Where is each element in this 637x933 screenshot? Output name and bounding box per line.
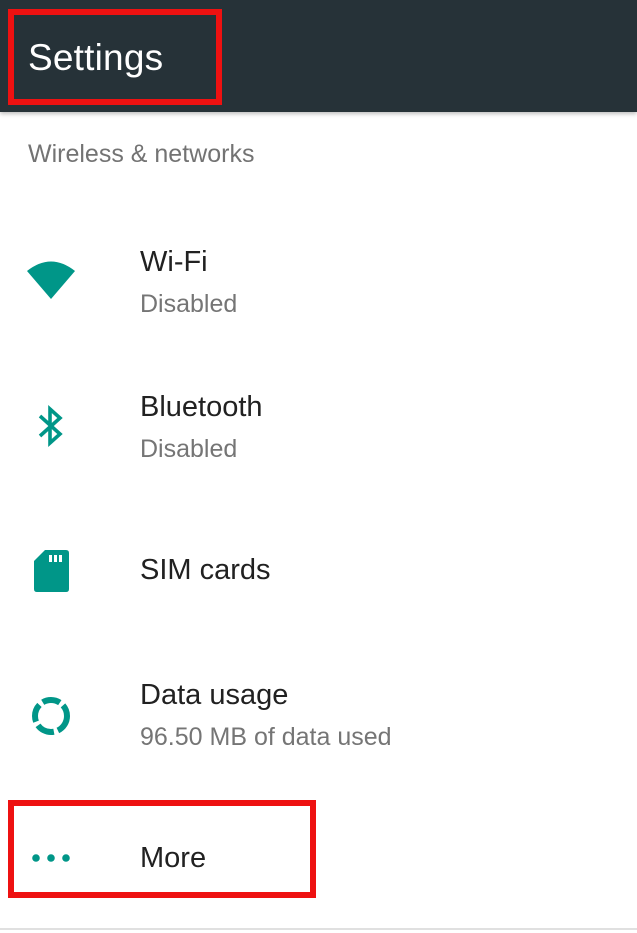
sim-card-icon <box>34 550 69 592</box>
data-usage-icon <box>32 697 70 735</box>
settings-item-data-usage[interactable]: Data usage 96.50 MB of data used <box>0 643 637 783</box>
wifi-icon <box>27 261 75 299</box>
more-dots-icon <box>32 854 70 862</box>
settings-item-summary: Disabled <box>140 435 238 463</box>
settings-item-sim-cards[interactable]: SIM cards <box>0 498 637 638</box>
app-bar: Settings <box>0 0 637 112</box>
settings-item-bluetooth[interactable]: Bluetooth Disabled <box>0 353 637 493</box>
settings-item-summary: 96.50 MB of data used <box>140 723 392 751</box>
divider <box>0 928 637 930</box>
settings-item-title: Bluetooth <box>140 391 263 423</box>
settings-item-more[interactable]: More <box>0 788 637 918</box>
settings-item-wifi[interactable]: Wi-Fi Disabled <box>0 208 637 348</box>
section-header-wireless: Wireless & networks <box>28 140 255 168</box>
settings-item-summary: Disabled <box>140 290 238 318</box>
page-title: Settings <box>28 37 164 78</box>
settings-item-title: More <box>140 842 207 874</box>
settings-item-title: SIM cards <box>140 554 271 586</box>
settings-item-title: Data usage <box>140 679 289 711</box>
bluetooth-icon <box>38 404 63 448</box>
settings-item-title: Wi-Fi <box>140 246 208 278</box>
